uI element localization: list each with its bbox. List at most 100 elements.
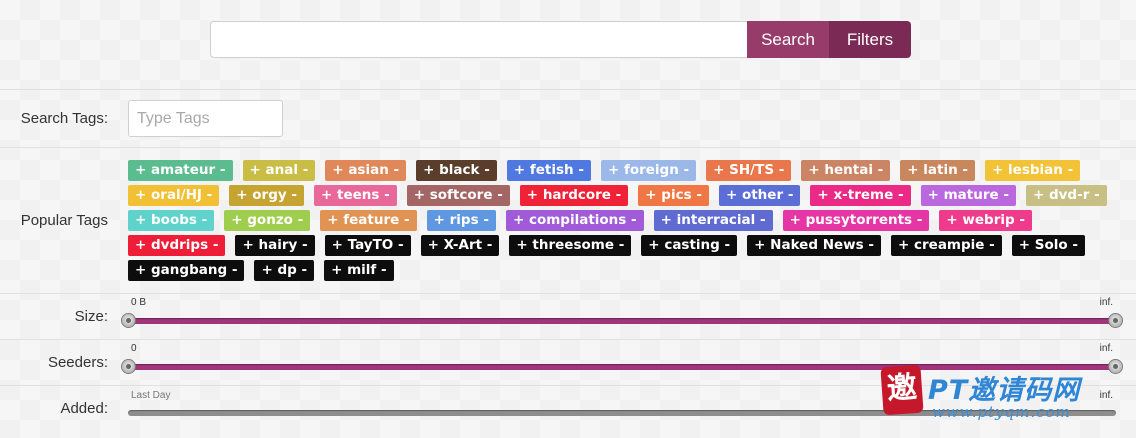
tag-chip[interactable]: + X-Art - bbox=[420, 235, 500, 256]
tag-add-icon[interactable]: + bbox=[332, 162, 343, 178]
tag-add-icon[interactable]: + bbox=[527, 187, 538, 203]
tag-add-icon[interactable]: + bbox=[428, 237, 439, 253]
tag-remove-icon[interactable]: - bbox=[962, 162, 968, 178]
tag-remove-icon[interactable]: - bbox=[1068, 162, 1074, 178]
tag-remove-icon[interactable]: - bbox=[725, 237, 731, 253]
tag-add-icon[interactable]: + bbox=[250, 162, 261, 178]
tag-add-icon[interactable]: + bbox=[928, 187, 939, 203]
tag-add-icon[interactable]: + bbox=[423, 162, 434, 178]
tag-chip[interactable]: + anal - bbox=[242, 160, 316, 181]
tag-chip[interactable]: + milf - bbox=[324, 260, 394, 281]
tag-chip[interactable]: + interracial - bbox=[653, 210, 773, 231]
tag-add-icon[interactable]: + bbox=[608, 162, 619, 178]
tag-add-icon[interactable]: + bbox=[135, 237, 146, 253]
size-slider-track[interactable] bbox=[128, 318, 1116, 324]
tag-chip[interactable]: + softcore - bbox=[406, 185, 510, 206]
tag-chip[interactable]: + black - bbox=[416, 160, 497, 181]
tag-chip[interactable]: + threesome - bbox=[509, 235, 632, 256]
tag-remove-icon[interactable]: - bbox=[696, 187, 702, 203]
tag-add-icon[interactable]: + bbox=[645, 187, 656, 203]
tag-chip[interactable]: + webrip - bbox=[939, 210, 1032, 231]
tag-chip[interactable]: + gonzo - bbox=[224, 210, 311, 231]
tag-chip[interactable]: + SH/TS - bbox=[706, 160, 792, 181]
tag-add-icon[interactable]: + bbox=[135, 262, 146, 278]
tag-add-icon[interactable]: + bbox=[946, 212, 957, 228]
tag-add-icon[interactable]: + bbox=[514, 162, 525, 178]
tag-add-icon[interactable]: + bbox=[808, 162, 819, 178]
tag-remove-icon[interactable]: - bbox=[684, 162, 690, 178]
search-tags-input[interactable] bbox=[128, 100, 283, 137]
tag-add-icon[interactable]: + bbox=[321, 187, 332, 203]
tag-add-icon[interactable]: + bbox=[513, 212, 524, 228]
tag-remove-icon[interactable]: - bbox=[878, 162, 884, 178]
tag-chip[interactable]: + feature - bbox=[320, 210, 417, 231]
tag-add-icon[interactable]: + bbox=[231, 212, 242, 228]
tag-chip[interactable]: + dvdrips - bbox=[128, 235, 226, 256]
tag-chip[interactable]: + Naked News - bbox=[747, 235, 881, 256]
tag-add-icon[interactable]: + bbox=[135, 162, 146, 178]
tag-add-icon[interactable]: + bbox=[726, 187, 737, 203]
tag-add-icon[interactable]: + bbox=[1033, 187, 1044, 203]
tag-chip[interactable]: + dp - bbox=[254, 260, 315, 281]
tag-remove-icon[interactable]: - bbox=[631, 212, 637, 228]
size-slider[interactable]: 0 B inf. bbox=[122, 296, 1122, 332]
tag-remove-icon[interactable]: - bbox=[213, 237, 219, 253]
tag-add-icon[interactable]: + bbox=[898, 237, 909, 253]
tag-chip[interactable]: + mature - bbox=[920, 185, 1016, 206]
tag-remove-icon[interactable]: - bbox=[760, 212, 766, 228]
tag-add-icon[interactable]: + bbox=[135, 187, 146, 203]
tag-add-icon[interactable]: + bbox=[332, 237, 343, 253]
tag-chip[interactable]: + rips - bbox=[426, 210, 496, 231]
size-max-handle[interactable] bbox=[1109, 314, 1122, 327]
tag-add-icon[interactable]: + bbox=[236, 187, 247, 203]
tag-remove-icon[interactable]: - bbox=[301, 262, 307, 278]
tag-add-icon[interactable]: + bbox=[242, 237, 253, 253]
tag-remove-icon[interactable]: - bbox=[1003, 187, 1009, 203]
tag-add-icon[interactable]: + bbox=[261, 262, 272, 278]
tag-remove-icon[interactable]: - bbox=[384, 187, 390, 203]
tag-remove-icon[interactable]: - bbox=[788, 187, 794, 203]
tag-add-icon[interactable]: + bbox=[661, 212, 672, 228]
tag-remove-icon[interactable]: - bbox=[398, 237, 404, 253]
tag-chip[interactable]: + dvd-r - bbox=[1025, 185, 1107, 206]
tag-add-icon[interactable]: + bbox=[754, 237, 765, 253]
tag-add-icon[interactable]: + bbox=[1019, 237, 1030, 253]
tag-remove-icon[interactable]: - bbox=[298, 212, 304, 228]
tag-chip[interactable]: + lesbian - bbox=[985, 160, 1081, 181]
tag-remove-icon[interactable]: - bbox=[487, 237, 493, 253]
tag-remove-icon[interactable]: - bbox=[497, 187, 503, 203]
size-min-handle[interactable] bbox=[122, 314, 135, 327]
tag-chip[interactable]: + gangbang - bbox=[128, 260, 245, 281]
tag-chip[interactable]: + casting - bbox=[641, 235, 738, 256]
tag-chip[interactable]: + oral/HJ - bbox=[128, 185, 220, 206]
tag-add-icon[interactable]: + bbox=[790, 212, 801, 228]
tag-remove-icon[interactable]: - bbox=[619, 237, 625, 253]
tag-chip[interactable]: + pics - bbox=[638, 185, 709, 206]
tag-remove-icon[interactable]: - bbox=[484, 162, 490, 178]
tag-chip[interactable]: + boobs - bbox=[128, 210, 215, 231]
tag-remove-icon[interactable]: - bbox=[303, 162, 309, 178]
tag-remove-icon[interactable]: - bbox=[220, 162, 226, 178]
tag-remove-icon[interactable]: - bbox=[302, 237, 308, 253]
tag-chip[interactable]: + hardcore - bbox=[519, 185, 629, 206]
tag-chip[interactable]: + foreign - bbox=[600, 160, 697, 181]
tag-remove-icon[interactable]: - bbox=[868, 237, 874, 253]
tag-remove-icon[interactable]: - bbox=[404, 212, 410, 228]
tag-chip[interactable]: + latin - bbox=[900, 160, 976, 181]
search-button[interactable]: Search bbox=[747, 21, 829, 58]
tag-add-icon[interactable]: + bbox=[434, 212, 445, 228]
tag-add-icon[interactable]: + bbox=[327, 212, 338, 228]
tag-remove-icon[interactable]: - bbox=[202, 212, 208, 228]
tag-chip[interactable]: + TayTO - bbox=[324, 235, 411, 256]
tag-chip[interactable]: + Solo - bbox=[1011, 235, 1085, 256]
tag-chip[interactable]: + teens - bbox=[313, 185, 397, 206]
tag-chip[interactable]: + amateur - bbox=[128, 160, 233, 181]
tag-remove-icon[interactable]: - bbox=[989, 237, 995, 253]
tag-remove-icon[interactable]: - bbox=[1072, 237, 1078, 253]
tag-remove-icon[interactable]: - bbox=[394, 162, 400, 178]
tag-add-icon[interactable]: + bbox=[907, 162, 918, 178]
tag-remove-icon[interactable]: - bbox=[779, 162, 785, 178]
filters-button[interactable]: Filters bbox=[829, 21, 911, 58]
tag-add-icon[interactable]: + bbox=[992, 162, 1003, 178]
tag-remove-icon[interactable]: - bbox=[291, 187, 297, 203]
